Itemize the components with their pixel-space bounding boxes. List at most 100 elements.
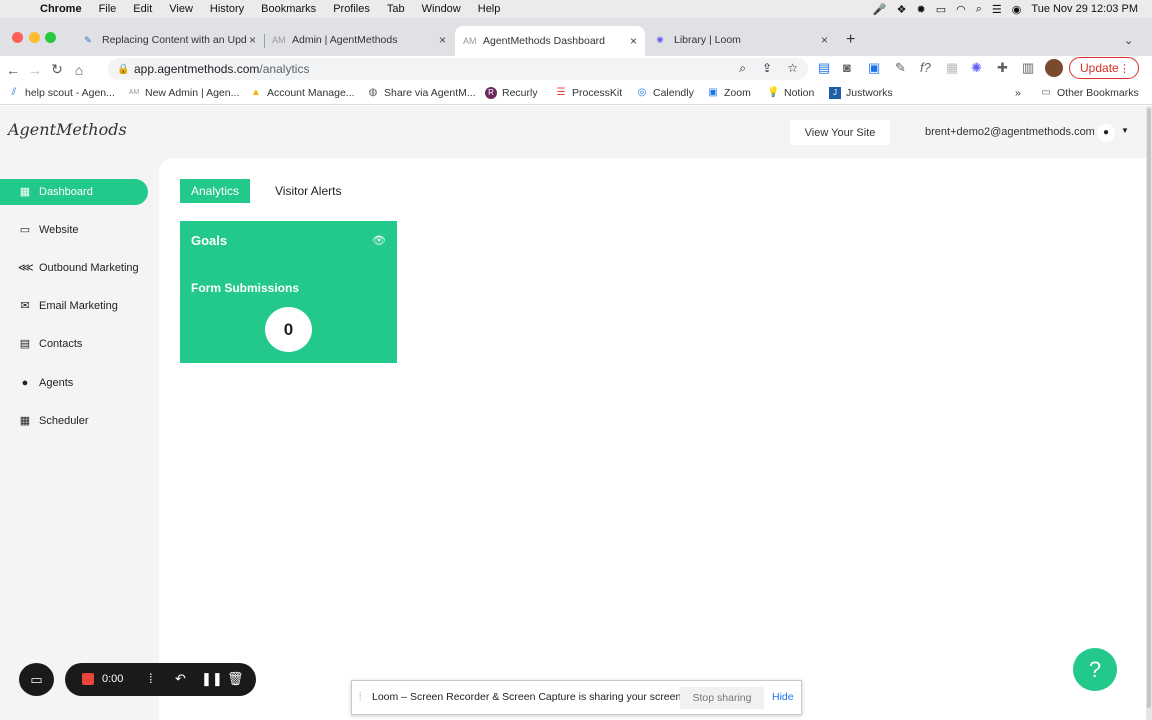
sidebar-item-agents[interactable]: ● Agents: [0, 370, 148, 396]
bookmark-justworks[interactable]: J Justworks: [829, 87, 893, 99]
bookmark-notion[interactable]: 💡 Notion: [767, 87, 814, 99]
bookmark-calendly[interactable]: ◎ Calendly: [636, 87, 694, 99]
sidebar-item-scheduler[interactable]: ▦ Scheduler: [0, 408, 148, 434]
extension-zoom-icon[interactable]: ▣: [868, 60, 880, 76]
globe-icon: ◍: [368, 87, 378, 98]
more-vert-icon[interactable]: ⋮: [1119, 62, 1130, 75]
view-site-button[interactable]: View Your Site: [790, 120, 890, 145]
minimize-window-icon[interactable]: [29, 32, 40, 43]
update-button[interactable]: Update ⋮: [1069, 57, 1139, 79]
form-submissions-count: 0: [265, 307, 312, 352]
browser-tab-3-active[interactable]: AM AgentMethods Dashboard ×: [455, 26, 645, 56]
sidebar-item-label: Outbound Marketing: [39, 262, 139, 274]
loom-camera-button[interactable]: ▭: [19, 663, 54, 696]
other-bookmarks[interactable]: ▭ Other Bookmarks: [1040, 87, 1138, 99]
video-camera-icon: ▭: [30, 671, 43, 687]
user-menu-caret-icon[interactable]: ▼: [1121, 126, 1129, 135]
browser-tab-4[interactable]: ✺ Library | Loom ×: [646, 26, 836, 54]
zoom-window-icon[interactable]: [45, 32, 56, 43]
forward-icon[interactable]: →: [24, 62, 46, 78]
menu-profiles[interactable]: Profiles: [333, 3, 370, 15]
dropbox-icon[interactable]: ❖: [897, 3, 907, 16]
extension-translate-icon[interactable]: ▤: [818, 60, 830, 76]
home-icon[interactable]: ⌂: [68, 62, 90, 78]
spotlight-search-icon[interactable]: ⌕: [976, 3, 982, 16]
menu-help[interactable]: Help: [478, 3, 501, 15]
reload-icon[interactable]: ↻: [46, 61, 68, 78]
trash-icon[interactable]: 🗑: [227, 671, 244, 687]
address-bar[interactable]: 🔒 app.agentmethods.com/analytics ⌕ ⇪ ☆: [108, 58, 808, 80]
am-icon: AM: [128, 89, 140, 96]
menu-history[interactable]: History: [210, 3, 244, 15]
battery-icon[interactable]: ▭: [936, 3, 946, 16]
close-tab-icon[interactable]: ×: [439, 33, 446, 47]
hide-link[interactable]: Hide: [772, 691, 794, 703]
sidebar-item-outbound-marketing[interactable]: ⋘ Outbound Marketing: [0, 255, 148, 281]
browser-tab-2[interactable]: AM Admin | AgentMethods ×: [264, 26, 454, 54]
bookmark-star-icon[interactable]: ☆: [787, 61, 798, 75]
page-scrollbar[interactable]: [1146, 106, 1152, 720]
wifi-icon[interactable]: ◠: [956, 3, 966, 16]
undo-icon[interactable]: ↶: [175, 671, 186, 687]
scrollbar-thumb[interactable]: [1147, 108, 1151, 708]
zoom-search-icon[interactable]: ⌕: [739, 61, 746, 76]
extension-pen-icon[interactable]: ✎: [895, 60, 906, 76]
share-page-icon[interactable]: ⇪: [762, 61, 772, 75]
profile-avatar[interactable]: [1045, 59, 1063, 77]
drawing-grid-icon[interactable]: ⁞: [149, 671, 153, 686]
stop-recording-icon[interactable]: [82, 673, 94, 685]
menu-tab[interactable]: Tab: [387, 3, 405, 15]
lock-icon[interactable]: 🔒: [117, 64, 129, 75]
bookmark-account-manager[interactable]: ▲ Account Manage...: [250, 87, 355, 99]
tab-visitor-alerts[interactable]: Visitor Alerts: [264, 179, 352, 203]
side-panel-icon[interactable]: ▥: [1022, 60, 1034, 76]
stop-sharing-button[interactable]: Stop sharing: [680, 687, 764, 709]
menu-app-name[interactable]: Chrome: [40, 3, 82, 15]
eye-icon[interactable]: 👁: [372, 234, 386, 247]
clock[interactable]: Tue Nov 29 12:03 PM: [1031, 3, 1138, 15]
extension-camera-icon[interactable]: ◙: [843, 60, 851, 75]
close-tab-icon[interactable]: ×: [249, 33, 256, 47]
menu-window[interactable]: Window: [422, 3, 461, 15]
more-bookmarks-chevron-icon[interactable]: »: [1015, 87, 1021, 99]
pause-icon[interactable]: ❚❚: [201, 671, 223, 687]
sidebar-item-website[interactable]: ▭ Website: [0, 217, 148, 243]
brightness-icon[interactable]: ✹: [917, 3, 926, 16]
menu-bookmarks[interactable]: Bookmarks: [261, 3, 316, 15]
sidebar-item-email-marketing[interactable]: ✉ Email Marketing: [0, 293, 148, 319]
close-tab-icon[interactable]: ×: [630, 34, 637, 48]
back-icon[interactable]: ←: [2, 62, 24, 78]
siri-icon[interactable]: ◉: [1012, 3, 1022, 16]
extension-loom-icon[interactable]: ✺: [971, 60, 982, 76]
sharing-message: Loom – Screen Recorder & Screen Capture …: [372, 691, 685, 703]
app-logo[interactable]: AgentMethods: [8, 120, 127, 139]
menu-view[interactable]: View: [169, 3, 193, 15]
bookmark-zoom[interactable]: ▣ Zoom: [707, 87, 751, 99]
tab-analytics[interactable]: Analytics: [180, 179, 251, 203]
extension-grey-icon[interactable]: ▦: [946, 60, 958, 76]
bookmark-processkit[interactable]: ☰ ProcessKit: [555, 87, 623, 99]
sidebar-item-contacts[interactable]: ▤ Contacts: [0, 331, 148, 357]
extensions-puzzle-icon[interactable]: ✚: [997, 60, 1008, 76]
help-button[interactable]: ?: [1073, 648, 1117, 691]
bookmark-share-via[interactable]: ◍ Share via AgentM...: [367, 87, 476, 99]
bookmark-new-admin[interactable]: AM New Admin | Agen...: [128, 87, 240, 99]
drag-handle-icon[interactable]: ⦙: [359, 691, 361, 704]
new-tab-icon[interactable]: +: [840, 26, 864, 54]
microphone-icon[interactable]: 🎤: [873, 3, 887, 16]
user-avatar-icon[interactable]: ●: [1097, 124, 1115, 142]
menu-file[interactable]: File: [99, 3, 117, 15]
extension-formula-icon[interactable]: f?: [920, 60, 931, 75]
user-email[interactable]: brent+demo2@agentmethods.com: [925, 126, 1095, 138]
lightbulb-icon: 💡: [767, 87, 780, 98]
bookmark-help-scout[interactable]: ⫽ help scout - Agen...: [8, 87, 115, 99]
bookmark-recurly[interactable]: R Recurly: [485, 87, 538, 99]
justworks-icon: J: [829, 87, 841, 99]
close-tab-icon[interactable]: ×: [821, 33, 828, 47]
close-window-icon[interactable]: [12, 32, 23, 43]
tab-search-chevron-icon[interactable]: ⌄: [1118, 26, 1142, 54]
control-center-icon[interactable]: ☰: [992, 3, 1002, 16]
browser-tab-1[interactable]: ✎ Replacing Content with an Upd ×: [74, 26, 265, 54]
menu-edit[interactable]: Edit: [133, 3, 152, 15]
sidebar-item-dashboard[interactable]: ▦ Dashboard: [0, 179, 148, 205]
